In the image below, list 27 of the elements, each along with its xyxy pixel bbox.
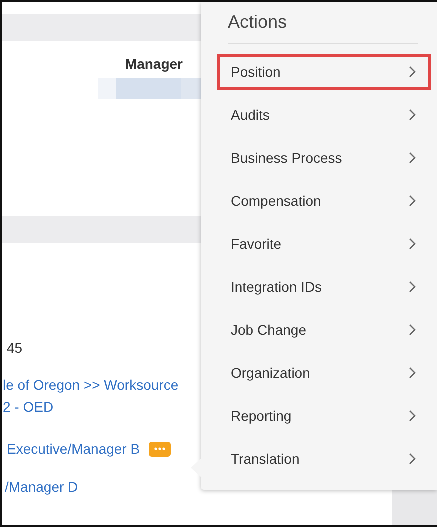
related-actions-button[interactable] — [149, 442, 172, 456]
dots-icon — [154, 447, 166, 451]
menu-item[interactable]: Translation — [217, 441, 431, 477]
menu-item[interactable]: Organization — [217, 355, 431, 391]
menu-item[interactable]: Favorite — [217, 226, 431, 262]
menu-item[interactable]: Compensation — [217, 183, 431, 219]
menu-item[interactable]: Audits — [217, 97, 431, 133]
menu-item[interactable]: Job Change — [217, 312, 431, 348]
chevron-icon — [409, 109, 416, 121]
chevron-icon — [409, 195, 416, 207]
chevron-icon — [409, 453, 416, 465]
chevron-icon — [409, 152, 416, 164]
menu-item[interactable]: Position — [217, 54, 431, 90]
side-panel — [392, 489, 437, 525]
chevron-icon — [409, 367, 416, 379]
chevron-icon — [409, 66, 416, 78]
chevron-icon — [409, 238, 416, 250]
menu-title: Actions — [228, 12, 418, 44]
menu-item[interactable]: Integration IDs — [217, 269, 431, 305]
menu-item[interactable]: Reporting — [217, 398, 431, 434]
chevron-icon — [409, 324, 416, 336]
chevron-icon — [409, 410, 416, 422]
manager-link[interactable]: Executive/Manager B — [7, 438, 140, 460]
number-text: 45 — [6, 340, 24, 358]
chevron-icon — [409, 281, 416, 293]
menu-item[interactable]: Business Process — [217, 140, 431, 176]
column-header: Manager — [125, 56, 183, 72]
